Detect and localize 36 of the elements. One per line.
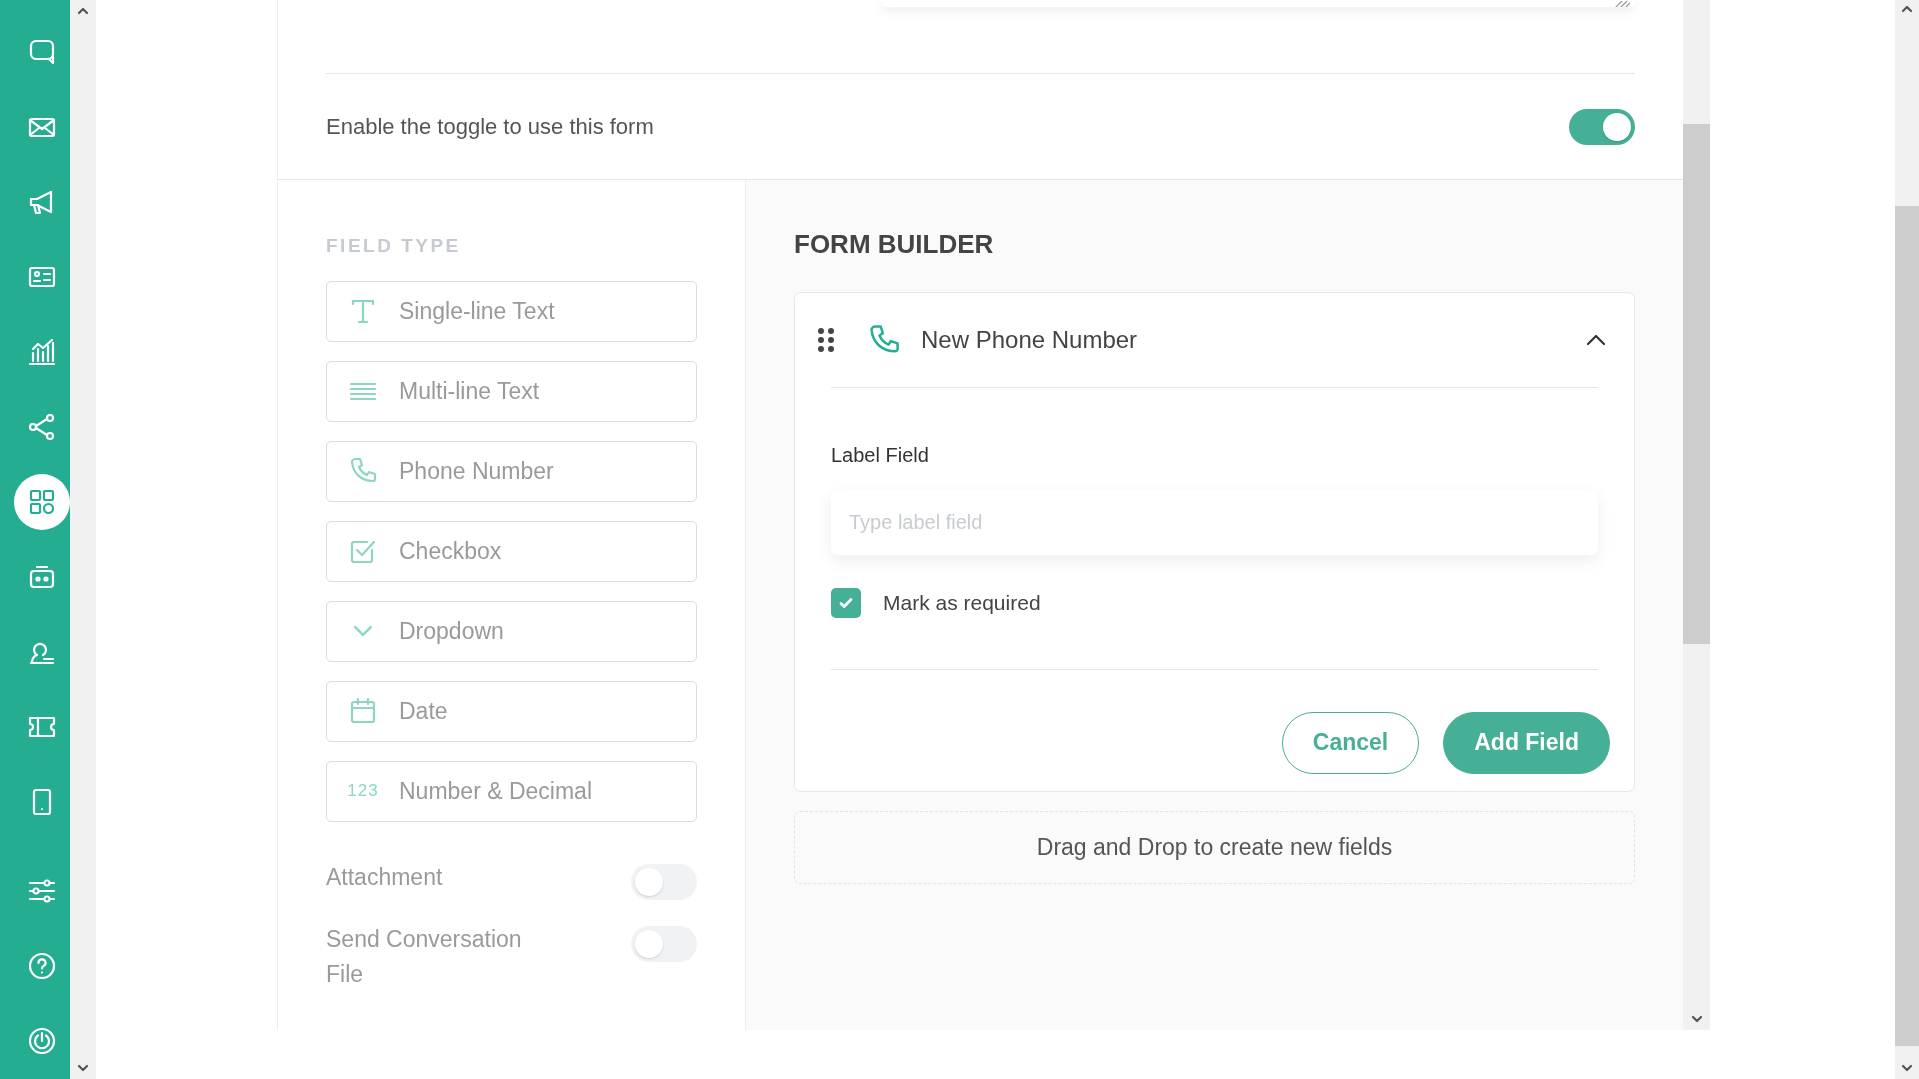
field-type-item[interactable]: Checkbox	[326, 520, 697, 582]
field-title: New Phone Number	[921, 325, 1138, 355]
share-nodes-icon	[27, 411, 57, 442]
checkbox-label: Mark as required	[883, 590, 1041, 616]
scrollbar[interactable]	[1895, 0, 1919, 1079]
cancel-button[interactable]: Cancel	[1281, 711, 1420, 774]
section-title: FIELD TYPE	[326, 234, 462, 258]
field-type-item[interactable]: 123 Number & Decimal	[326, 760, 697, 822]
field-type-item[interactable]: Multi-line Text	[326, 360, 697, 422]
toggle-switch[interactable]	[631, 863, 697, 900]
field-type-item[interactable]: Phone Number	[326, 440, 697, 502]
add-field-button[interactable]: Add Field	[1443, 711, 1610, 774]
field-type-item[interactable]: Single-line Text	[326, 280, 697, 342]
field-label: Label Field	[831, 443, 930, 468]
required-checkbox[interactable]	[831, 587, 861, 618]
scrollbar-thumb[interactable]	[1895, 206, 1919, 1046]
option-label: Send Conversation File	[326, 924, 523, 990]
scrollbar[interactable]	[70, 0, 96, 1079]
drag-handle-icon[interactable]	[817, 327, 835, 353]
toggle-label: Enable the toggle to use this form	[326, 113, 654, 141]
power-icon	[27, 1025, 57, 1056]
bar-chart-icon	[27, 336, 57, 367]
toggle-switch[interactable]	[631, 925, 697, 962]
scrollbar[interactable]	[1683, 0, 1710, 1030]
chevron-down-icon	[354, 626, 372, 636]
section-title: FORM BUILDER	[794, 228, 995, 261]
calendar-icon	[348, 696, 378, 726]
field-type-item[interactable]: Dropdown	[326, 600, 697, 662]
scrollbar-thumb[interactable]	[1683, 124, 1710, 644]
help-icon	[27, 950, 57, 981]
field-type-item[interactable]: Date	[326, 680, 697, 742]
toggle-switch[interactable]	[1569, 108, 1635, 145]
number-icon: 123	[347, 778, 379, 804]
option-label: Attachment	[326, 862, 444, 892]
resize-grip-icon[interactable]	[1614, 1, 1630, 7]
drop-zone: Drag and Drop to create new fields	[794, 810, 1635, 884]
